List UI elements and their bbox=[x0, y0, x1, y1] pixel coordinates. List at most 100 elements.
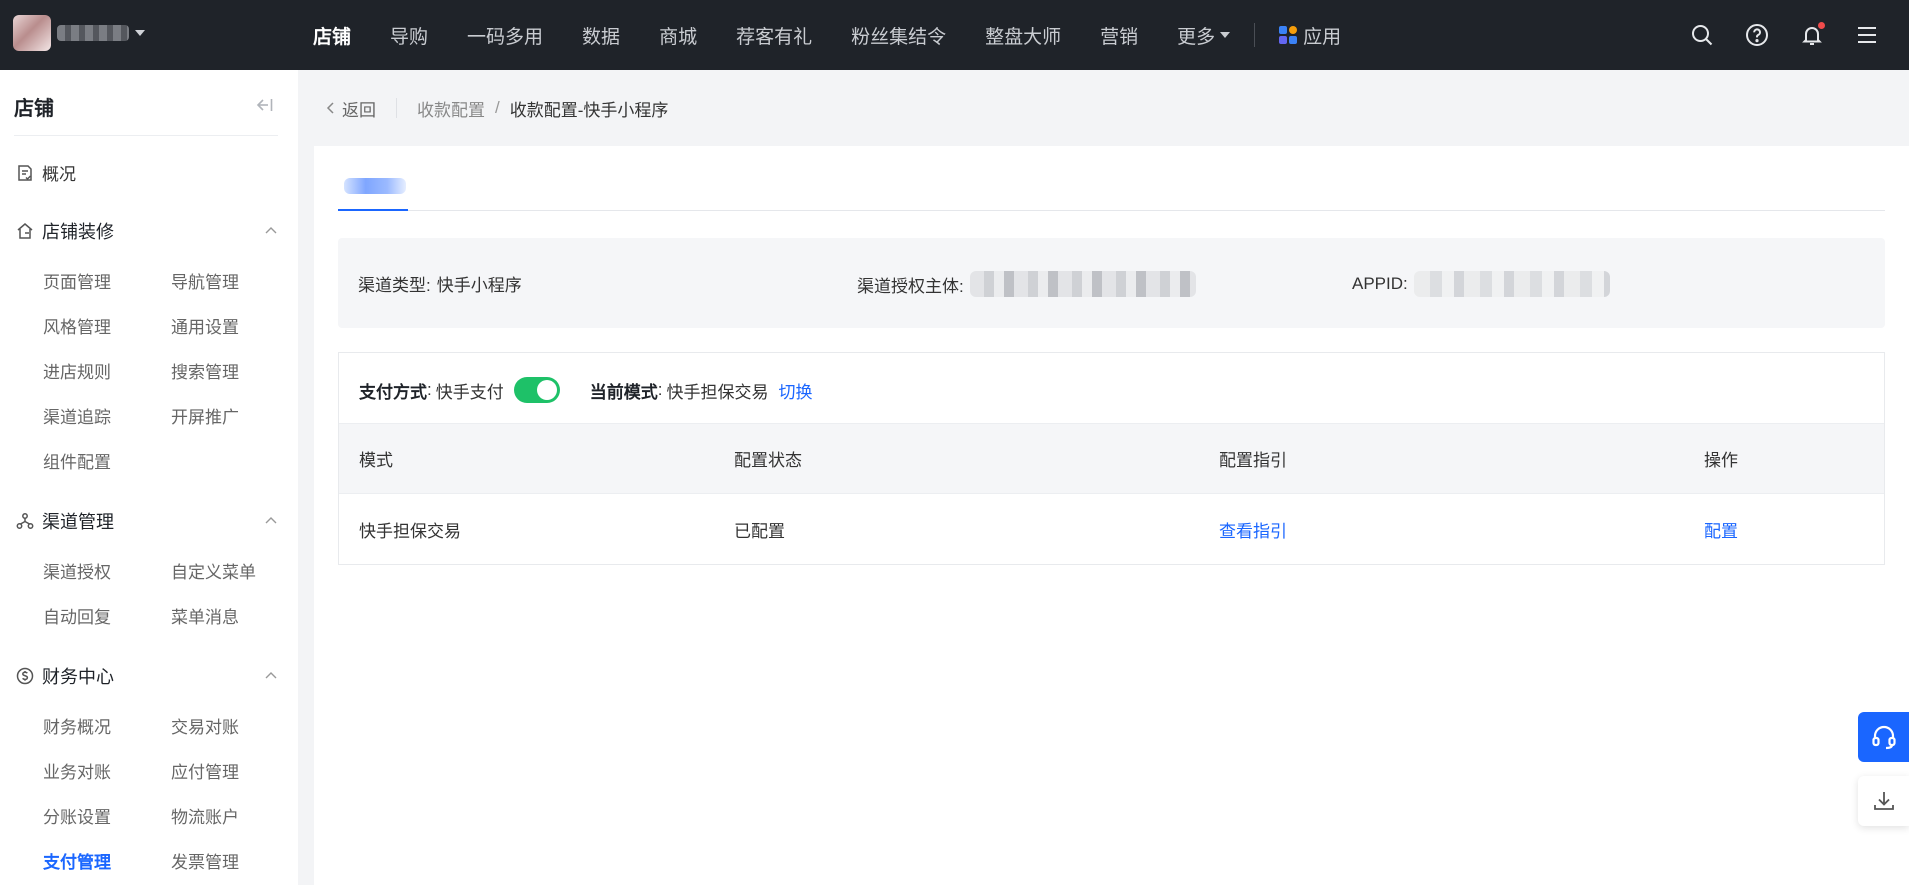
top-navbar: 店铺 导购 一码多用 数据 商城 荐客有礼 粉丝集结令 整盘大师 营销 更多 应… bbox=[0, 0, 1909, 70]
sidebar-item-invoice-manage[interactable]: 发票管理 bbox=[171, 848, 239, 873]
nav-item-more[interactable]: 更多 bbox=[1177, 22, 1231, 49]
row-mode: 快手担保交易 bbox=[359, 521, 461, 541]
chevron-down-icon bbox=[135, 30, 145, 36]
channel-type: 渠道类型: 快手小程序 bbox=[358, 271, 522, 296]
tabs-divider bbox=[338, 210, 1885, 211]
main-card: 渠道类型: 快手小程序 渠道授权主体: APPID: 支付方式 : 快手支付 当… bbox=[314, 146, 1909, 885]
chevron-up-icon bbox=[265, 672, 277, 679]
search-icon[interactable] bbox=[1689, 22, 1715, 48]
sidebar-item-search-manage[interactable]: 搜索管理 bbox=[171, 358, 239, 383]
chevron-down-icon bbox=[1220, 32, 1231, 38]
nav-divider bbox=[1254, 23, 1256, 47]
sidebar-item-logistics-account[interactable]: 物流账户 bbox=[171, 803, 239, 828]
sidebar-item-page-manage[interactable]: 页面管理 bbox=[43, 268, 111, 293]
sidebar-item-auto-reply[interactable]: 自动回复 bbox=[43, 603, 111, 628]
chevron-left-icon bbox=[326, 102, 334, 114]
payment-method-value: 快手支付 bbox=[435, 382, 504, 402]
network-icon bbox=[16, 513, 34, 529]
breadcrumb-divider bbox=[396, 98, 397, 118]
payment-toggle[interactable] bbox=[513, 377, 560, 403]
nav-item-multi-code[interactable]: 一码多用 bbox=[467, 22, 543, 49]
sidebar-item-custom-menu[interactable]: 自定义菜单 bbox=[171, 558, 256, 583]
sidebar-group-channel[interactable]: 渠道管理 bbox=[16, 508, 278, 534]
download-button[interactable] bbox=[1858, 776, 1909, 826]
sidebar-item-general-settings[interactable]: 通用设置 bbox=[171, 313, 239, 338]
chevron-up-icon bbox=[265, 227, 277, 234]
sidebar-item-overview[interactable]: 概况 bbox=[16, 160, 76, 185]
sidebar-item-channel-auth[interactable]: 渠道授权 bbox=[43, 558, 111, 583]
sidebar-group-label: 店铺装修 bbox=[42, 222, 114, 242]
sidebar-item-style-manage[interactable]: 风格管理 bbox=[43, 313, 111, 338]
sidebar-item-payment-manage[interactable]: 支付管理 bbox=[43, 848, 111, 873]
channel-info-box: 渠道类型: 快手小程序 渠道授权主体: APPID: bbox=[338, 238, 1885, 328]
sidebar-item-channel-tracking[interactable]: 渠道追踪 bbox=[43, 403, 111, 428]
main-nav: 店铺 导购 一码多用 数据 商城 荐客有礼 粉丝集结令 整盘大师 营销 更多 应… bbox=[313, 0, 1380, 70]
nav-item-marketing[interactable]: 营销 bbox=[1100, 22, 1138, 49]
header-status: 配置状态 bbox=[734, 451, 802, 470]
sidebar-item-business-reconcile[interactable]: 业务对账 bbox=[43, 758, 111, 783]
shop-switcher[interactable] bbox=[13, 15, 145, 51]
sidebar-item-label: 概况 bbox=[42, 165, 76, 184]
auth-subject: 渠道授权主体: bbox=[857, 271, 1196, 297]
nav-item-mall[interactable]: 商城 bbox=[659, 22, 697, 49]
appid-redacted bbox=[1413, 271, 1610, 297]
bell-icon[interactable] bbox=[1799, 22, 1825, 48]
breadcrumb-separator: / bbox=[495, 98, 500, 117]
customer-service-button[interactable] bbox=[1858, 712, 1909, 762]
breadcrumb-parent[interactable]: 收款配置 bbox=[417, 96, 485, 121]
payment-config-box: 支付方式 : 快手支付 当前模式 : 快手担保交易 切换 模式 配置状态 配置指… bbox=[338, 352, 1885, 565]
shop-name-redacted bbox=[57, 25, 129, 41]
breadcrumb: 返回 收款配置 / 收款配置-快手小程序 bbox=[326, 96, 668, 120]
nav-item-master[interactable]: 整盘大师 bbox=[985, 22, 1061, 49]
auth-subject-redacted bbox=[969, 271, 1196, 297]
sidebar-item-splash-promo[interactable]: 开屏推广 bbox=[171, 403, 239, 428]
top-actions bbox=[1689, 0, 1909, 70]
sidebar-item-transaction-reconcile[interactable]: 交易对账 bbox=[171, 713, 239, 738]
channel-type-label: 渠道类型: bbox=[358, 276, 431, 295]
header-mode: 模式 bbox=[359, 451, 393, 470]
nav-item-guide[interactable]: 导购 bbox=[390, 22, 428, 49]
row-status: 已配置 bbox=[734, 521, 785, 541]
colon: : bbox=[657, 380, 663, 399]
channel-type-value: 快手小程序 bbox=[436, 276, 522, 295]
appid-label: APPID: bbox=[1352, 274, 1408, 293]
sidebar-item-component-config[interactable]: 组件配置 bbox=[43, 448, 111, 473]
sidebar-item-payables[interactable]: 应付管理 bbox=[171, 758, 239, 783]
view-guide-link[interactable]: 查看指引 bbox=[1219, 494, 1287, 564]
notification-dot bbox=[1818, 22, 1825, 29]
sidebar-item-finance-overview[interactable]: 财务概况 bbox=[43, 713, 111, 738]
collapse-sidebar-icon[interactable] bbox=[256, 97, 274, 118]
sidebar-group-label: 渠道管理 bbox=[42, 512, 114, 532]
nav-item-fans[interactable]: 粉丝集结令 bbox=[851, 22, 946, 49]
menu-icon[interactable] bbox=[1854, 22, 1880, 48]
sidebar-item-menu-message[interactable]: 菜单消息 bbox=[171, 603, 239, 628]
appid: APPID: bbox=[1352, 271, 1610, 297]
payment-method-row: 支付方式 : 快手支付 当前模式 : 快手担保交易 切换 bbox=[359, 377, 812, 403]
sidebar-item-entry-rules[interactable]: 进店规则 bbox=[43, 358, 111, 383]
sidebar-item-split-settings[interactable]: 分账设置 bbox=[43, 803, 111, 828]
tab-redacted[interactable] bbox=[338, 168, 408, 202]
switch-mode-link[interactable]: 切换 bbox=[778, 378, 812, 403]
sidebar-item-nav-manage[interactable]: 导航管理 bbox=[171, 268, 239, 293]
auth-subject-label: 渠道授权主体: bbox=[857, 276, 964, 296]
sidebar: 店铺 概况 店铺装修 页面管理 导航管理 风格管理 通用设置 进店规则 搜索管理… bbox=[0, 70, 298, 885]
tab-active-indicator bbox=[338, 209, 408, 211]
nav-item-referral[interactable]: 荐客有礼 bbox=[736, 22, 812, 49]
sidebar-group-label: 财务中心 bbox=[42, 667, 114, 687]
dollar-circle-icon bbox=[16, 667, 34, 685]
document-icon bbox=[18, 164, 32, 181]
header-action: 操作 bbox=[1704, 451, 1738, 470]
tab-label-redacted bbox=[344, 178, 406, 194]
breadcrumb-current: 收款配置-快手小程序 bbox=[509, 100, 669, 120]
help-icon[interactable] bbox=[1744, 22, 1770, 48]
sidebar-group-decoration[interactable]: 店铺装修 bbox=[16, 218, 278, 244]
nav-item-data[interactable]: 数据 bbox=[582, 22, 620, 49]
nav-item-shop[interactable]: 店铺 bbox=[313, 22, 351, 49]
header-guide: 配置指引 bbox=[1219, 451, 1287, 470]
back-button[interactable]: 返回 bbox=[326, 96, 376, 121]
nav-item-apps[interactable]: 应用 bbox=[1279, 22, 1341, 49]
configure-link[interactable]: 配置 bbox=[1704, 494, 1738, 564]
house-icon bbox=[17, 223, 33, 239]
sidebar-group-finance[interactable]: 财务中心 bbox=[16, 663, 278, 689]
headset-icon bbox=[1871, 725, 1896, 750]
